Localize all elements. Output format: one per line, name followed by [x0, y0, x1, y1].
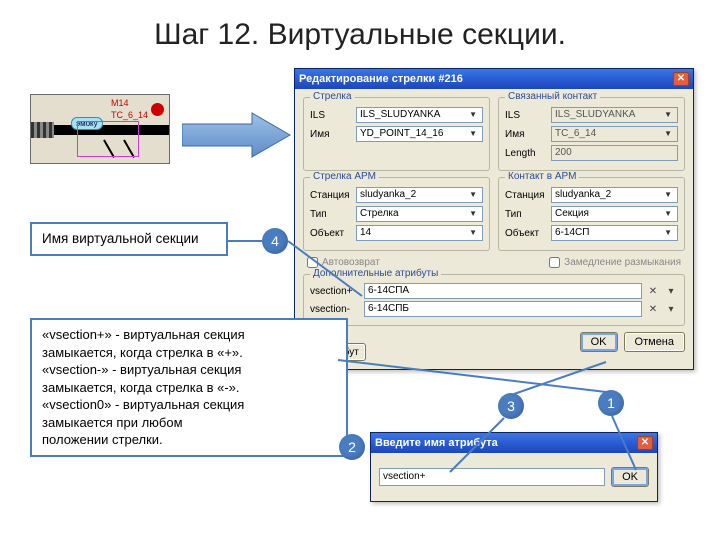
contact-ils-select[interactable]: ILS_SLUDYANKA▼ — [551, 107, 678, 123]
step-number-3: 3 — [498, 393, 524, 419]
dropdown-icon[interactable]: ▾ — [664, 284, 678, 298]
label-name: Имя — [310, 129, 352, 140]
label-ils: ILS — [505, 110, 547, 121]
schematic-label: М14 — [111, 98, 129, 108]
page-title: Шаг 12. Виртуальные секции. — [0, 18, 720, 52]
label-type: Тип — [310, 209, 352, 220]
step-number-2: 2 — [339, 434, 365, 460]
ct-arm-object[interactable]: 6-14СП▼ — [551, 225, 678, 241]
chevron-down-icon: ▼ — [662, 226, 674, 240]
schematic-label: ТС_6_14 — [111, 110, 148, 120]
cancel-button[interactable]: Отмена — [624, 332, 685, 352]
checkbox-autoreturn[interactable]: Автовозврат — [307, 257, 380, 268]
vsection-minus-field[interactable]: 6-14СПБ — [364, 301, 642, 317]
contact-length-field[interactable]: 200 — [551, 145, 678, 161]
red-dot — [151, 103, 164, 116]
group-title: Связанный контакт — [505, 91, 600, 102]
chevron-down-icon: ▼ — [467, 108, 479, 122]
chevron-down-icon: ▼ — [467, 207, 479, 221]
group-title: Стрелка — [310, 91, 355, 102]
callout-virtual-section-name: Имя виртуальной секции — [30, 222, 228, 256]
close-icon[interactable]: ✕ — [673, 72, 689, 86]
group-contact-arm: Контакт в АРМ Станция sludyanka_2▼ Тип С… — [498, 177, 685, 251]
group-contact: Связанный контакт ILS ILS_SLUDYANKA▼ Имя… — [498, 97, 685, 171]
delete-attr-icon[interactable]: ✕ — [646, 284, 660, 298]
ok-button[interactable]: OK — [611, 467, 649, 487]
ct-arm-type[interactable]: Секция▼ — [551, 206, 678, 222]
sw-arm-object[interactable]: 14▼ — [356, 225, 483, 241]
chevron-down-icon: ▼ — [662, 127, 674, 141]
chevron-down-icon: ▼ — [467, 188, 479, 202]
dialog-title: Введите имя атрибута — [375, 437, 498, 449]
dialog-titlebar[interactable]: Введите имя атрибута ✕ — [371, 433, 657, 453]
close-icon[interactable]: ✕ — [637, 436, 653, 450]
label-station: Станция — [505, 190, 547, 201]
label-station: Станция — [310, 190, 352, 201]
sw-arm-type[interactable]: Стрелка▼ — [356, 206, 483, 222]
chevron-down-icon: ▼ — [467, 127, 479, 141]
chevron-down-icon: ▼ — [467, 226, 479, 240]
contact-name-select[interactable]: TC_6_14▼ — [551, 126, 678, 142]
label-length: Length — [505, 148, 547, 159]
group-title: Дополнительные атрибуты — [310, 268, 441, 279]
callout-vsection-explain: «vsection+» - виртуальная секция замыкае… — [30, 318, 348, 457]
group-title: Стрелка АРМ — [310, 171, 379, 182]
chevron-down-icon: ▼ — [662, 108, 674, 122]
switch-ils-select[interactable]: ILS_SLUDYANKA▼ — [356, 107, 483, 123]
ct-arm-station[interactable]: sludyanka_2▼ — [551, 187, 678, 203]
label-object: Объект — [505, 228, 547, 239]
edit-switch-dialog: Редактирование стрелки #216 ✕ Стрелка IL… — [294, 68, 694, 370]
track-schematic: эмоку М14 ТС_6_14 — [30, 94, 170, 164]
attribute-name-dialog: Введите имя атрибута ✕ vsection+ OK — [370, 432, 658, 502]
ok-button[interactable]: OK — [580, 332, 618, 352]
arrow-right-icon — [182, 110, 292, 160]
delete-attr-icon[interactable]: ✕ — [646, 302, 660, 316]
dialog-titlebar[interactable]: Редактирование стрелки #216 ✕ — [295, 69, 693, 89]
sw-arm-station[interactable]: sludyanka_2▼ — [356, 187, 483, 203]
label-type: Тип — [505, 209, 547, 220]
label-name: Имя — [505, 129, 547, 140]
label-object: Объект — [310, 228, 352, 239]
chevron-down-icon: ▼ — [662, 207, 674, 221]
step-number-4: 4 — [262, 228, 288, 254]
vsection-plus-field[interactable]: 6-14СПА — [364, 283, 642, 299]
attr-label: vsection+ — [310, 286, 360, 297]
step-number-1: 1 — [598, 390, 624, 416]
group-title: Контакт в АРМ — [505, 171, 579, 182]
label-ils: ILS — [310, 110, 352, 121]
chevron-down-icon: ▼ — [662, 188, 674, 202]
dialog-title: Редактирование стрелки #216 — [299, 73, 463, 85]
group-switch-arm: Стрелка АРМ Станция sludyanka_2▼ Тип Стр… — [303, 177, 490, 251]
checkbox-slow[interactable]: Замедление размыкания — [549, 257, 681, 268]
attr-label: vsection- — [310, 304, 360, 315]
attribute-name-input[interactable]: vsection+ — [379, 468, 605, 486]
group-extra-attrs: Дополнительные атрибуты vsection+ 6-14СП… — [303, 274, 685, 326]
switch-name-select[interactable]: YD_POINT_14_16▼ — [356, 126, 483, 142]
group-switch: Стрелка ILS ILS_SLUDYANKA▼ Имя YD_POINT_… — [303, 97, 490, 171]
dropdown-icon[interactable]: ▾ — [664, 302, 678, 316]
